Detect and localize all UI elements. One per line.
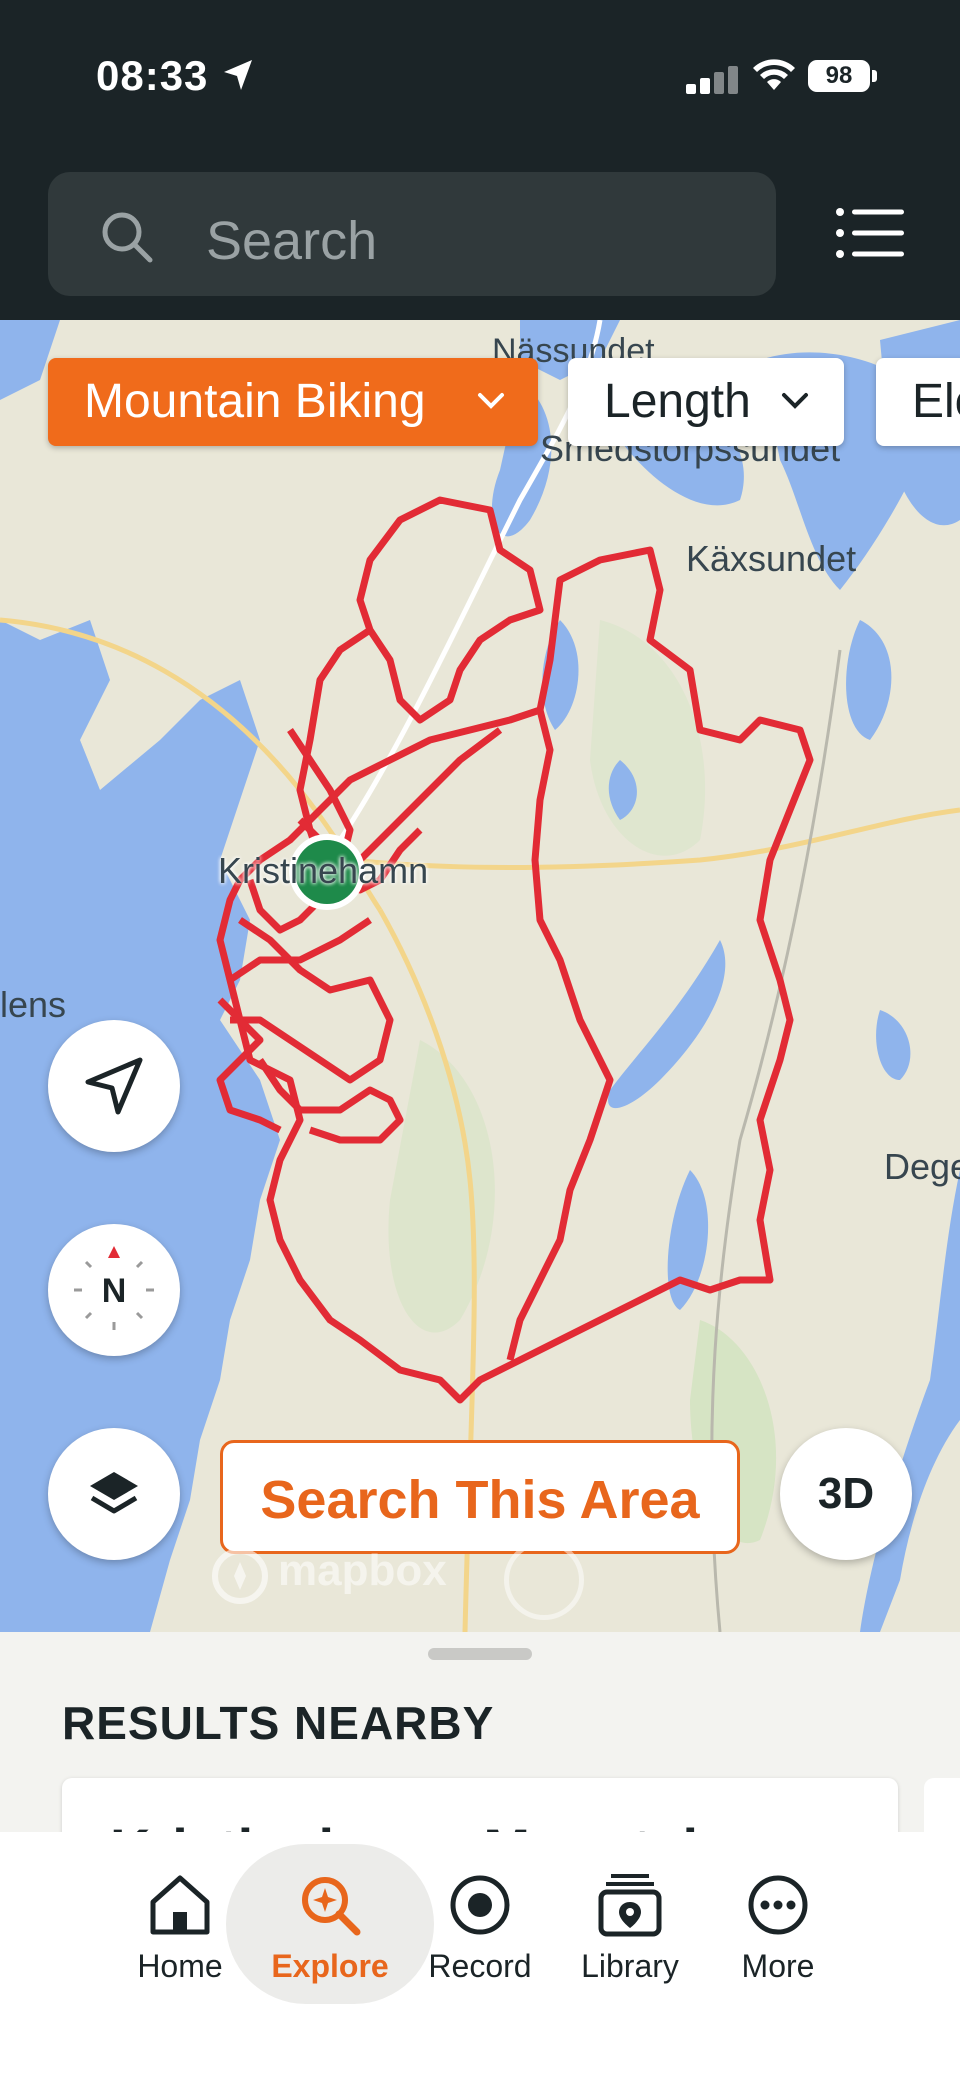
tab-bar: Home Explore Record Library More (0, 1832, 960, 2079)
navigation-arrow-icon (85, 1057, 143, 1115)
length-filter-chip[interactable]: Length (568, 358, 844, 446)
tab-library-label: Library (581, 1948, 679, 1984)
tab-explore-label: Explore (271, 1948, 389, 1984)
mapbox-attribution: mapbox (278, 1546, 447, 1595)
search-this-area-button[interactable]: Search This Area (220, 1440, 740, 1554)
elevation-filter-chip[interactable]: Ele (876, 358, 960, 446)
search-input[interactable]: Search (48, 172, 776, 296)
results-sheet[interactable]: RESULTS NEARBY Kristinehamn Mountain (0, 1632, 960, 1832)
map-info-icon[interactable] (504, 1540, 584, 1620)
battery-tip (872, 70, 877, 82)
length-filter-label: Length (604, 375, 751, 428)
status-time: 08:33 (96, 52, 209, 99)
battery-indicator: 98 (808, 60, 870, 92)
layers-icon (90, 1472, 138, 1514)
record-icon (450, 1875, 510, 1935)
tab-explore[interactable]: Explore (250, 1832, 410, 2012)
results-heading: RESULTS NEARBY (62, 1697, 495, 1749)
elevation-filter-label: Ele (912, 375, 960, 428)
app-header: Search (0, 160, 960, 320)
activity-filter-label: Mountain Biking (84, 375, 426, 428)
tab-home[interactable]: Home (100, 1832, 260, 2012)
tab-record-label: Record (428, 1948, 532, 1984)
map-view[interactable]: Nässundet Smedstorpssundet Käxsundet Kri… (0, 320, 960, 1632)
list-menu-icon[interactable] (836, 208, 904, 258)
compass-icon: N (74, 1246, 154, 1330)
current-location-button[interactable] (48, 1020, 180, 1152)
result-card[interactable]: Kristinehamn Mountain (62, 1778, 898, 1832)
tab-home-label: Home (137, 1948, 223, 1984)
result-card-next[interactable] (924, 1778, 960, 1832)
search-icon (102, 212, 153, 263)
activity-filter-chip[interactable]: Mountain Biking (48, 358, 538, 446)
three-d-button[interactable]: 3D (780, 1428, 912, 1560)
compass-button[interactable]: N (48, 1224, 180, 1356)
chevron-down-icon (782, 393, 808, 409)
library-icon (598, 1874, 662, 1937)
result-card-title: Kristinehamn Mountain (110, 1816, 732, 1832)
map-place-kaxsundet: Käxsundet (686, 538, 857, 579)
status-bar: 08:33 98 (0, 0, 960, 160)
tab-more-label: More (741, 1948, 815, 1984)
compass-label: N (102, 1272, 127, 1310)
tab-more[interactable]: More (698, 1832, 858, 2012)
explore-search-icon (302, 1877, 361, 1936)
mapbox-logo-icon (212, 1548, 268, 1604)
wifi-icon (753, 59, 795, 90)
cellular-signal-icon (686, 64, 740, 94)
map-layers-button[interactable] (48, 1428, 180, 1560)
more-icon (748, 1875, 808, 1935)
search-placeholder: Search (206, 211, 378, 271)
map-place-dege: Dege (884, 1146, 960, 1187)
tab-library[interactable]: Library (550, 1832, 710, 2012)
location-arrow-icon (224, 60, 252, 90)
sheet-grabber[interactable] (428, 1648, 532, 1660)
home-icon (150, 1875, 210, 1935)
chevron-down-icon (478, 393, 504, 409)
tab-record[interactable]: Record (400, 1832, 560, 2012)
map-place-kristinehamn: Kristinehamn (218, 850, 429, 891)
